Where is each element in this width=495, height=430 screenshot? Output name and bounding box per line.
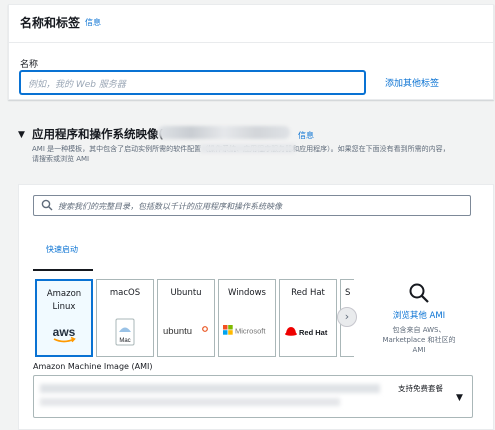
name-input-placeholder: 例如，我的 Web 服务器 <box>28 80 126 90</box>
collapse-caret-icon[interactable]: ▼ <box>18 130 25 140</box>
caret-down-icon: ▼ <box>456 393 463 403</box>
svg-text:Mac: Mac <box>119 338 130 344</box>
ami-info-link[interactable]: 信息 <box>298 130 314 141</box>
svg-text:aws: aws <box>53 325 76 339</box>
ami-search-placeholder: 搜索我们的完整目录，包括数以千计的应用程序和操作系统映像 <box>58 202 282 211</box>
ami-description-line2: 请搜索或浏览 AMI <box>32 155 90 163</box>
ami-selector-panel: 搜索我们的完整目录，包括数以千计的应用程序和操作系统映像 快速启动 Amazon… <box>18 184 494 430</box>
browse-more-amis-link[interactable]: 浏览其他 AMI <box>364 309 474 321</box>
ami-search-input[interactable]: 搜索我们的完整目录，包括数以千计的应用程序和操作系统映像 <box>33 195 471 216</box>
tab-quick-start[interactable]: 快速启动 <box>33 233 93 271</box>
name-tags-info-link[interactable]: 信息 <box>85 17 101 28</box>
divider <box>9 42 493 43</box>
redacted-text <box>158 126 290 139</box>
redacted-text <box>200 144 295 153</box>
os-card-macos[interactable]: macOS Mac <box>96 279 154 357</box>
add-tags-link[interactable]: 添加其他标签 <box>385 76 439 89</box>
redacted-text <box>40 398 340 406</box>
os-card-label: Amazon Linux <box>46 289 82 312</box>
os-card-label: macOS <box>109 288 141 298</box>
ami-section-title: 应用程序和操作系统映像( <box>32 127 164 141</box>
ami-select-label: Amazon Machine Image (AMI) <box>33 362 153 371</box>
os-card-label: S <box>345 288 351 298</box>
chevron-right-icon: › <box>344 310 350 323</box>
carousel-next-button[interactable]: › <box>337 307 357 327</box>
tab-quick-start-label: 快速启动 <box>46 245 78 254</box>
os-card-label: Windows <box>228 288 266 298</box>
microsoft-logo-icon: Microsoft <box>219 324 275 336</box>
ami-select[interactable]: 支持免费套餐 ▼ <box>33 375 473 418</box>
search-icon <box>409 283 429 303</box>
os-card-ubuntu[interactable]: Ubuntu ubuntu <box>157 279 215 357</box>
os-card-amazon-linux[interactable]: Amazon Linux aws <box>35 279 93 357</box>
free-tier-badge: 支持免费套餐 <box>398 384 443 393</box>
mac-logo-icon: Mac <box>97 318 153 346</box>
svg-text:ubuntu: ubuntu <box>163 326 192 337</box>
os-card-redhat[interactable]: Red Hat Red Hat <box>279 279 337 357</box>
browse-more-amis[interactable]: 浏览其他 AMI 包含来自 AWS、 Marketplace 和社区的 AMI <box>364 279 474 369</box>
os-card-label: Red Hat <box>291 288 325 298</box>
os-card-label: Ubuntu <box>170 288 202 298</box>
aws-logo-icon: aws <box>37 325 91 345</box>
name-label: 名称 <box>20 60 39 70</box>
name-and-tags-title: 名称和标签 <box>20 16 81 30</box>
name-and-tags-panel: 名称和标签 信息 名称 例如，我的 Web 服务器 添加其他标签 <box>8 4 494 100</box>
os-card-windows[interactable]: Windows Microsoft <box>218 279 276 357</box>
redhat-logo-icon: Red Hat <box>280 324 336 338</box>
svg-text:Microsoft: Microsoft <box>235 327 266 336</box>
svg-text:Red Hat: Red Hat <box>299 328 328 337</box>
redacted-text <box>40 384 380 393</box>
name-input[interactable]: 例如，我的 Web 服务器 <box>20 71 365 94</box>
browse-more-amis-description: 包含来自 AWS、 Marketplace 和社区的 AMI <box>382 326 456 354</box>
search-icon <box>41 199 53 211</box>
ubuntu-logo-icon: ubuntu <box>158 324 214 338</box>
